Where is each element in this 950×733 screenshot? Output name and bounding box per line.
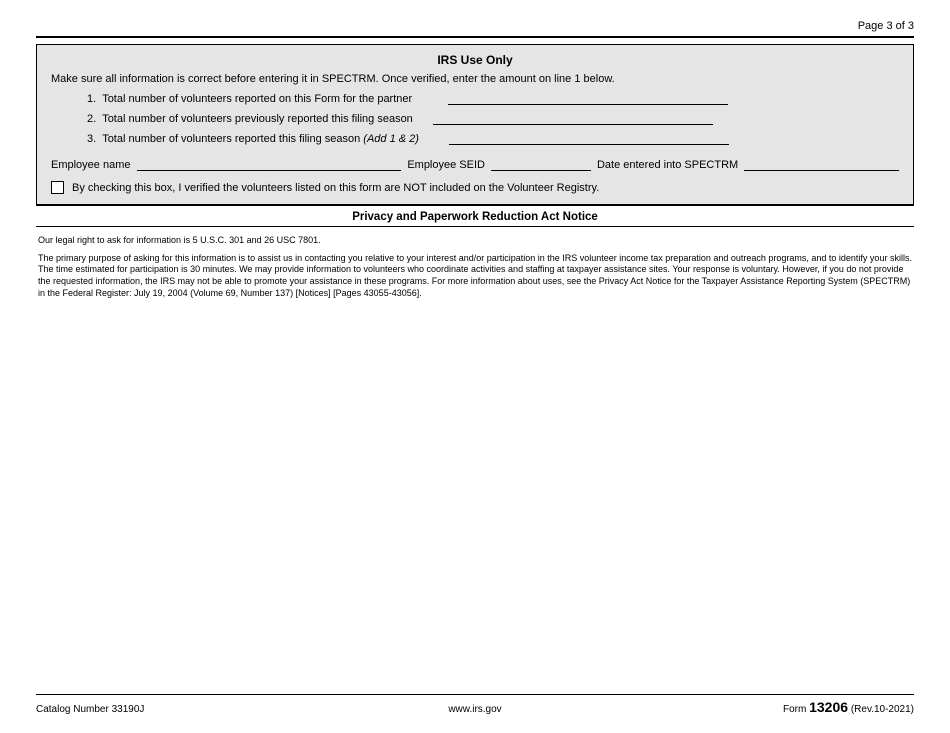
line-3-row: 3. Total number of volunteers reported t…	[87, 133, 899, 145]
line-2-num: 2.	[87, 113, 96, 125]
form-number: 13206	[809, 699, 848, 715]
line-3-label-italic: (Add 1 & 2)	[363, 133, 419, 145]
line-3-label: Total number of volunteers reported this…	[102, 133, 419, 145]
top-rule	[36, 36, 914, 38]
line-3-label-prefix: Total number of volunteers reported this…	[102, 133, 363, 145]
page-footer: Catalog Number 33190J www.irs.gov Form 1…	[36, 694, 914, 715]
form-prefix: Form	[783, 704, 809, 715]
date-spectrm-label: Date entered into SPECTRM	[597, 159, 738, 171]
line-3-num: 3.	[87, 133, 96, 145]
footer-row: Catalog Number 33190J www.irs.gov Form 1…	[36, 699, 914, 715]
footer-rule	[36, 694, 914, 695]
line-2-row: 2. Total number of volunteers previously…	[87, 113, 899, 125]
legal-text-body: The primary purpose of asking for this i…	[36, 253, 914, 300]
line-3-input[interactable]	[449, 133, 729, 145]
irs-instruction: Make sure all information is correct bef…	[37, 73, 913, 93]
employee-seid-input[interactable]	[491, 159, 591, 171]
catalog-number: Catalog Number 33190J	[36, 704, 329, 715]
form-identifier: Form 13206 (Rev.10-2021)	[621, 699, 914, 715]
irs-box-title: IRS Use Only	[37, 45, 913, 73]
footer-url: www.irs.gov	[329, 704, 622, 715]
checkbox-label: By checking this box, I verified the vol…	[72, 182, 599, 194]
registry-checkbox[interactable]	[51, 181, 64, 194]
irs-use-only-box: IRS Use Only Make sure all information i…	[36, 44, 914, 205]
page-number: Page 3 of 3	[36, 0, 914, 36]
irs-lines-block: 1. Total number of volunteers reported o…	[37, 93, 913, 157]
line-1-input[interactable]	[448, 93, 728, 105]
line-1-row: 1. Total number of volunteers reported o…	[87, 93, 899, 105]
line-1-label: Total number of volunteers reported on t…	[102, 93, 412, 105]
date-spectrm-input[interactable]	[744, 159, 899, 171]
line-2-label: Total number of volunteers previously re…	[102, 113, 413, 125]
privacy-title: Privacy and Paperwork Reduction Act Noti…	[36, 205, 914, 226]
checkbox-row: By checking this box, I verified the vol…	[37, 181, 913, 204]
legal-text-authority: Our legal right to ask for information i…	[36, 235, 914, 253]
form-revision: (Rev.10-2021)	[848, 704, 914, 715]
employee-row: Employee name Employee SEID Date entered…	[37, 157, 913, 181]
privacy-rule	[36, 226, 914, 227]
employee-seid-label: Employee SEID	[407, 159, 485, 171]
line-1-num: 1.	[87, 93, 96, 105]
employee-name-label: Employee name	[51, 159, 131, 171]
employee-name-input[interactable]	[137, 159, 402, 171]
line-2-input[interactable]	[433, 113, 713, 125]
